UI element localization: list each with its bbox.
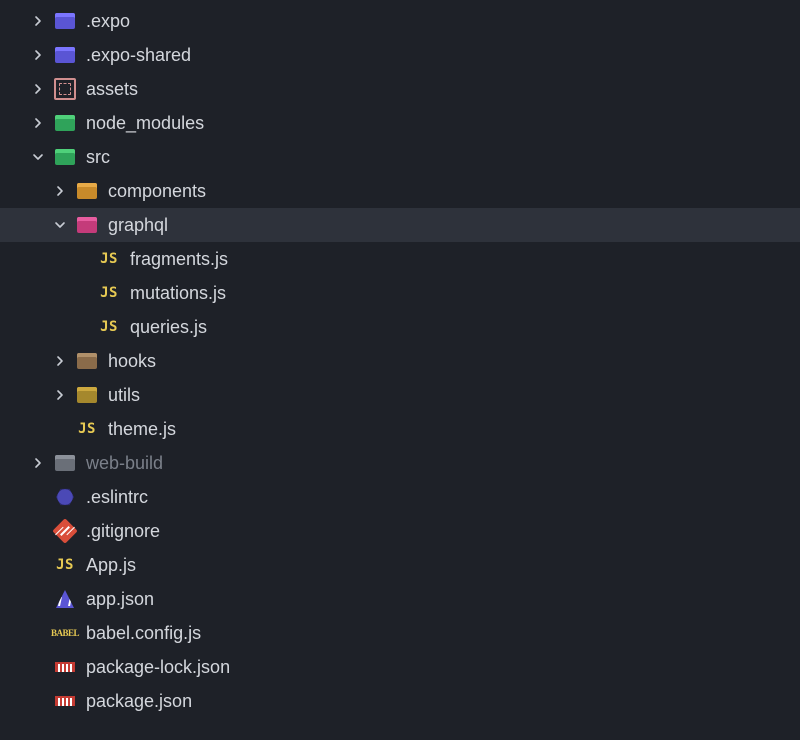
chevron-right-icon[interactable] [28, 38, 48, 72]
folder-icon [54, 10, 76, 32]
js-icon: JS [98, 316, 120, 338]
folder-row[interactable]: graphql [0, 208, 800, 242]
file-label: mutations.js [130, 276, 226, 310]
folder-label: src [86, 140, 110, 174]
folder-row[interactable]: assets [0, 72, 800, 106]
chevron-placeholder [28, 548, 48, 582]
folder-label: web-build [86, 446, 163, 480]
js-icon: JS [98, 248, 120, 270]
chevron-right-icon[interactable] [28, 4, 48, 38]
file-row[interactable]: JS fragments.js [0, 242, 800, 276]
folder-label: hooks [108, 344, 156, 378]
chevron-placeholder [28, 616, 48, 650]
folder-row[interactable]: components [0, 174, 800, 208]
chevron-placeholder [72, 242, 92, 276]
chevron-right-icon[interactable] [28, 446, 48, 480]
file-row[interactable]: JS theme.js [0, 412, 800, 446]
chevron-down-icon[interactable] [50, 208, 70, 242]
file-label: package-lock.json [86, 650, 230, 684]
folder-icon [76, 214, 98, 236]
folder-label: .expo-shared [86, 38, 191, 72]
folder-row[interactable]: hooks [0, 344, 800, 378]
folder-row[interactable]: utils [0, 378, 800, 412]
file-label: .gitignore [86, 514, 160, 548]
eslint-icon [54, 486, 76, 508]
folder-icon [54, 452, 76, 474]
file-row[interactable]: JS queries.js [0, 310, 800, 344]
npm-icon [54, 656, 76, 678]
file-tree[interactable]: .expo.expo-sharedassetsnode_modulessrcco… [0, 0, 800, 718]
file-label: app.json [86, 582, 154, 616]
file-row[interactable]: package.json [0, 684, 800, 718]
chevron-placeholder [28, 582, 48, 616]
folder-row[interactable]: web-build [0, 446, 800, 480]
chevron-right-icon[interactable] [50, 174, 70, 208]
assets-folder-icon [54, 78, 76, 100]
folder-label: components [108, 174, 206, 208]
folder-label: graphql [108, 208, 168, 242]
folder-icon [76, 350, 98, 372]
chevron-placeholder [72, 276, 92, 310]
file-row[interactable]: .eslintrc [0, 480, 800, 514]
folder-row[interactable]: .expo [0, 4, 800, 38]
chevron-placeholder [28, 514, 48, 548]
chevron-placeholder [28, 684, 48, 718]
chevron-placeholder [28, 650, 48, 684]
folder-icon [54, 112, 76, 134]
file-label: package.json [86, 684, 192, 718]
folder-icon [76, 384, 98, 406]
folder-icon [54, 44, 76, 66]
chevron-right-icon[interactable] [28, 106, 48, 140]
file-label: fragments.js [130, 242, 228, 276]
file-row[interactable]: JS App.js [0, 548, 800, 582]
chevron-placeholder [28, 480, 48, 514]
file-label: babel.config.js [86, 616, 201, 650]
folder-label: node_modules [86, 106, 204, 140]
chevron-right-icon[interactable] [28, 72, 48, 106]
file-row[interactable]: .gitignore [0, 514, 800, 548]
folder-label: assets [86, 72, 138, 106]
chevron-placeholder [50, 412, 70, 446]
js-icon: JS [76, 418, 98, 440]
chevron-right-icon[interactable] [50, 378, 70, 412]
file-row[interactable]: package-lock.json [0, 650, 800, 684]
babel-icon: BABEL [54, 622, 76, 644]
file-row[interactable]: app.json [0, 582, 800, 616]
js-icon: JS [98, 282, 120, 304]
folder-label: utils [108, 378, 140, 412]
file-row[interactable]: JS mutations.js [0, 276, 800, 310]
chevron-right-icon[interactable] [50, 344, 70, 378]
file-row[interactable]: BABEL babel.config.js [0, 616, 800, 650]
chevron-placeholder [72, 310, 92, 344]
folder-icon [76, 180, 98, 202]
folder-label: .expo [86, 4, 130, 38]
folder-row[interactable]: .expo-shared [0, 38, 800, 72]
file-label: theme.js [108, 412, 176, 446]
folder-icon [54, 146, 76, 168]
folder-row[interactable]: src [0, 140, 800, 174]
file-label: App.js [86, 548, 136, 582]
expo-icon [54, 588, 76, 610]
js-icon: JS [54, 554, 76, 576]
file-label: .eslintrc [86, 480, 148, 514]
npm-icon [54, 690, 76, 712]
folder-row[interactable]: node_modules [0, 106, 800, 140]
file-label: queries.js [130, 310, 207, 344]
git-icon [54, 520, 76, 542]
chevron-down-icon[interactable] [28, 140, 48, 174]
